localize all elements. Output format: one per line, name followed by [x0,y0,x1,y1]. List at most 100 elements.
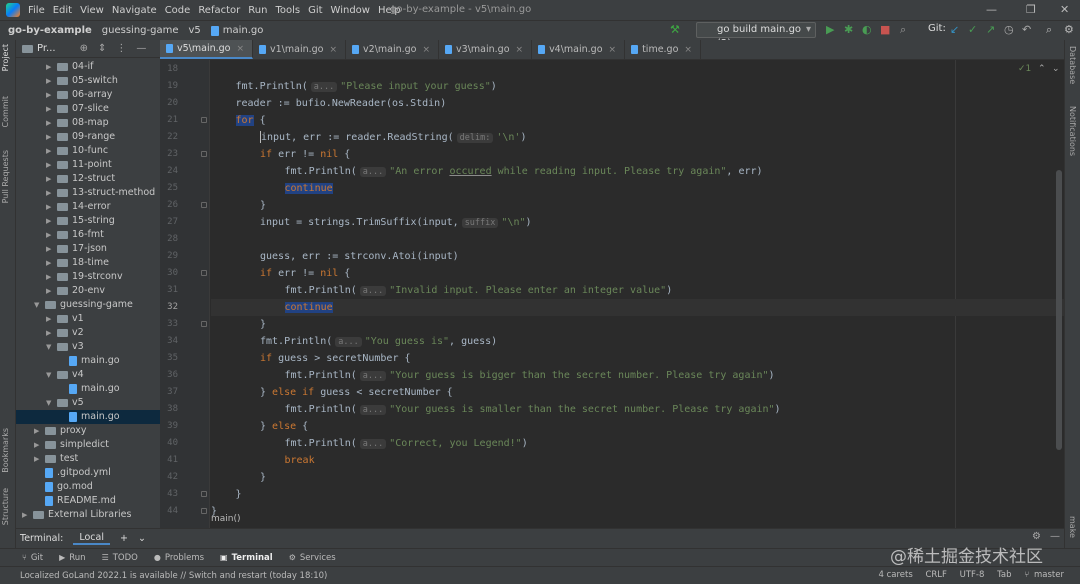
tree-folder-item[interactable]: ▼ v4 [16,368,160,382]
tree-folder-item[interactable]: ▶ v1 [16,312,160,326]
commit-tool-tab[interactable]: Commit [1,96,10,127]
menu-item-file[interactable]: File [28,5,45,16]
pull-requests-tool-tab[interactable]: Pull Requests [1,150,10,203]
search-everywhere-icon[interactable]: ⌕ [900,23,906,37]
chevron-right-icon[interactable]: ▶ [46,284,54,298]
git-update-icon[interactable]: ↙ [950,23,959,36]
tool-window-services[interactable]: ⚙ Services [289,553,336,563]
fold-marker-icon[interactable] [201,202,207,208]
indent-setting[interactable]: Tab [997,570,1011,580]
fold-marker-icon[interactable] [201,117,207,123]
minimize-icon[interactable]: — [986,3,997,16]
tree-file-item[interactable]: .gitpod.yml [16,466,160,480]
tree-folder-item[interactable]: ▶ 05-switch [16,74,160,88]
editor-tab[interactable]: v5\main.go × [160,40,254,59]
locate-icon[interactable]: ⊕ [80,43,88,54]
menu-item-run[interactable]: Run [248,5,267,16]
chevron-right-icon[interactable]: ▶ [46,326,54,340]
debug-icon[interactable]: ✱ [844,23,853,36]
tree-file-item[interactable]: main.go [16,410,160,424]
tree-folder-item[interactable]: ▶ 11-point [16,158,160,172]
chevron-down-icon[interactable]: ▼ [46,396,54,410]
tree-folder-item[interactable]: ▶ test [16,452,160,466]
collapse-all-icon[interactable]: ⇕ [98,43,106,54]
tree-folder-item[interactable]: ▼ guessing-game [16,298,160,312]
run-configuration-select[interactable]: go build main.go (2) ▾ [696,22,816,49]
tree-folder-item[interactable]: ▶ 08-map [16,116,160,130]
fold-marker-icon[interactable] [201,491,207,497]
close-tab-icon[interactable]: × [329,45,337,55]
tool-window-terminal[interactable]: ▣ Terminal [220,553,273,563]
add-terminal-icon[interactable]: + [120,533,128,544]
tree-folder-item[interactable]: ▶ 16-fmt [16,228,160,242]
chevron-right-icon[interactable]: ▶ [46,200,54,214]
tree-folder-item[interactable]: ▶ 07-slice [16,102,160,116]
tree-folder-item[interactable]: ▶ v2 [16,326,160,340]
tree-folder-item[interactable]: ▶ 13-struct-method [16,186,160,200]
editor-tab[interactable]: v3\main.go × [439,40,533,59]
settings-icon[interactable]: ⚙ [1064,23,1074,36]
tree-file-item[interactable]: README.md [16,494,160,508]
tool-window-git[interactable]: ⑂ Git [22,553,43,563]
chevron-right-icon[interactable]: ▶ [46,102,54,116]
chevron-right-icon[interactable]: ▶ [46,242,54,256]
tree-folder-item[interactable]: ▶ 15-string [16,214,160,228]
tree-folder-item[interactable]: ▶ 14-error [16,200,160,214]
breadcrumb-folder[interactable]: guessing-game [102,25,179,36]
restore-icon[interactable]: ❐ [1026,3,1036,16]
chevron-right-icon[interactable]: ▶ [46,214,54,228]
chevron-right-icon[interactable]: ▶ [46,88,54,102]
close-tab-icon[interactable]: × [516,45,524,55]
chevron-down-icon[interactable]: ▼ [46,368,54,382]
inspection-widget[interactable]: ✓1 [1018,64,1031,74]
menu-item-navigate[interactable]: Navigate [112,5,157,16]
chevron-right-icon[interactable]: ▶ [46,256,54,270]
line-separator[interactable]: CRLF [925,570,946,580]
git-branch[interactable]: master [1034,570,1064,580]
coverage-icon[interactable]: ◐ [862,23,872,36]
code-editor[interactable]: fmt.Println(a... "Please input your guess… [211,60,1064,528]
editor-breadcrumb[interactable]: main() [211,514,241,524]
chevron-right-icon[interactable]: ▶ [22,508,30,522]
tree-folder-item[interactable]: ▶ 19-strconv [16,270,160,284]
tree-folder-item[interactable]: ▶ 09-range [16,130,160,144]
terminal-hide-icon[interactable]: — [1050,531,1060,542]
run-icon[interactable]: ▶ [826,23,834,36]
search-icon[interactable]: ⌕ [1046,23,1052,37]
tree-folder-item[interactable]: ▼ v5 [16,396,160,410]
project-tool-tab[interactable]: Project [1,44,10,71]
editor-scrollbar[interactable] [1056,170,1062,450]
chevron-down-icon[interactable]: ▼ [34,298,42,312]
menu-item-git[interactable]: Git [308,5,322,16]
git-commit-icon[interactable]: ✓ [968,23,977,36]
close-tab-icon[interactable]: × [236,44,244,54]
tree-folder-item[interactable]: ▶ 10-func [16,144,160,158]
editor-tab[interactable]: v1\main.go × [253,40,347,59]
chevron-right-icon[interactable]: ▶ [34,424,42,438]
rollback-icon[interactable]: ↶ [1022,23,1031,36]
tree-folder-item[interactable]: ▶ 17-json [16,242,160,256]
tree-folder-item[interactable]: ▶ 12-struct [16,172,160,186]
chevron-right-icon[interactable]: ▶ [46,270,54,284]
tree-folder-item[interactable]: ▶ 04-if [16,60,160,74]
fold-marker-icon[interactable] [201,270,207,276]
chevron-right-icon[interactable]: ▶ [46,74,54,88]
chevron-right-icon[interactable]: ▶ [34,452,42,466]
chevron-right-icon[interactable]: ▶ [46,312,54,326]
tree-folder-item[interactable]: ▶ proxy [16,424,160,438]
hide-panel-icon[interactable]: — [136,43,146,54]
chevron-right-icon[interactable]: ▶ [46,130,54,144]
editor-tab[interactable]: v4\main.go × [532,40,626,59]
editor-tab[interactable]: time.go × [625,40,701,59]
chevron-down-icon[interactable]: ⌄ [138,533,146,544]
tool-window-todo[interactable]: ☰ TODO [102,553,138,563]
file-encoding[interactable]: UTF-8 [960,570,985,580]
options-icon[interactable]: ⋮ [116,43,126,54]
fold-marker-icon[interactable] [201,321,207,327]
stop-icon[interactable]: ■ [880,23,890,36]
structure-tool-tab[interactable]: Structure [1,488,10,525]
menu-item-view[interactable]: View [80,5,104,16]
chevron-up-icon[interactable]: ⌃ [1038,64,1046,74]
bookmarks-tool-tab[interactable]: Bookmarks [1,428,10,473]
tree-file-item[interactable]: main.go [16,382,160,396]
